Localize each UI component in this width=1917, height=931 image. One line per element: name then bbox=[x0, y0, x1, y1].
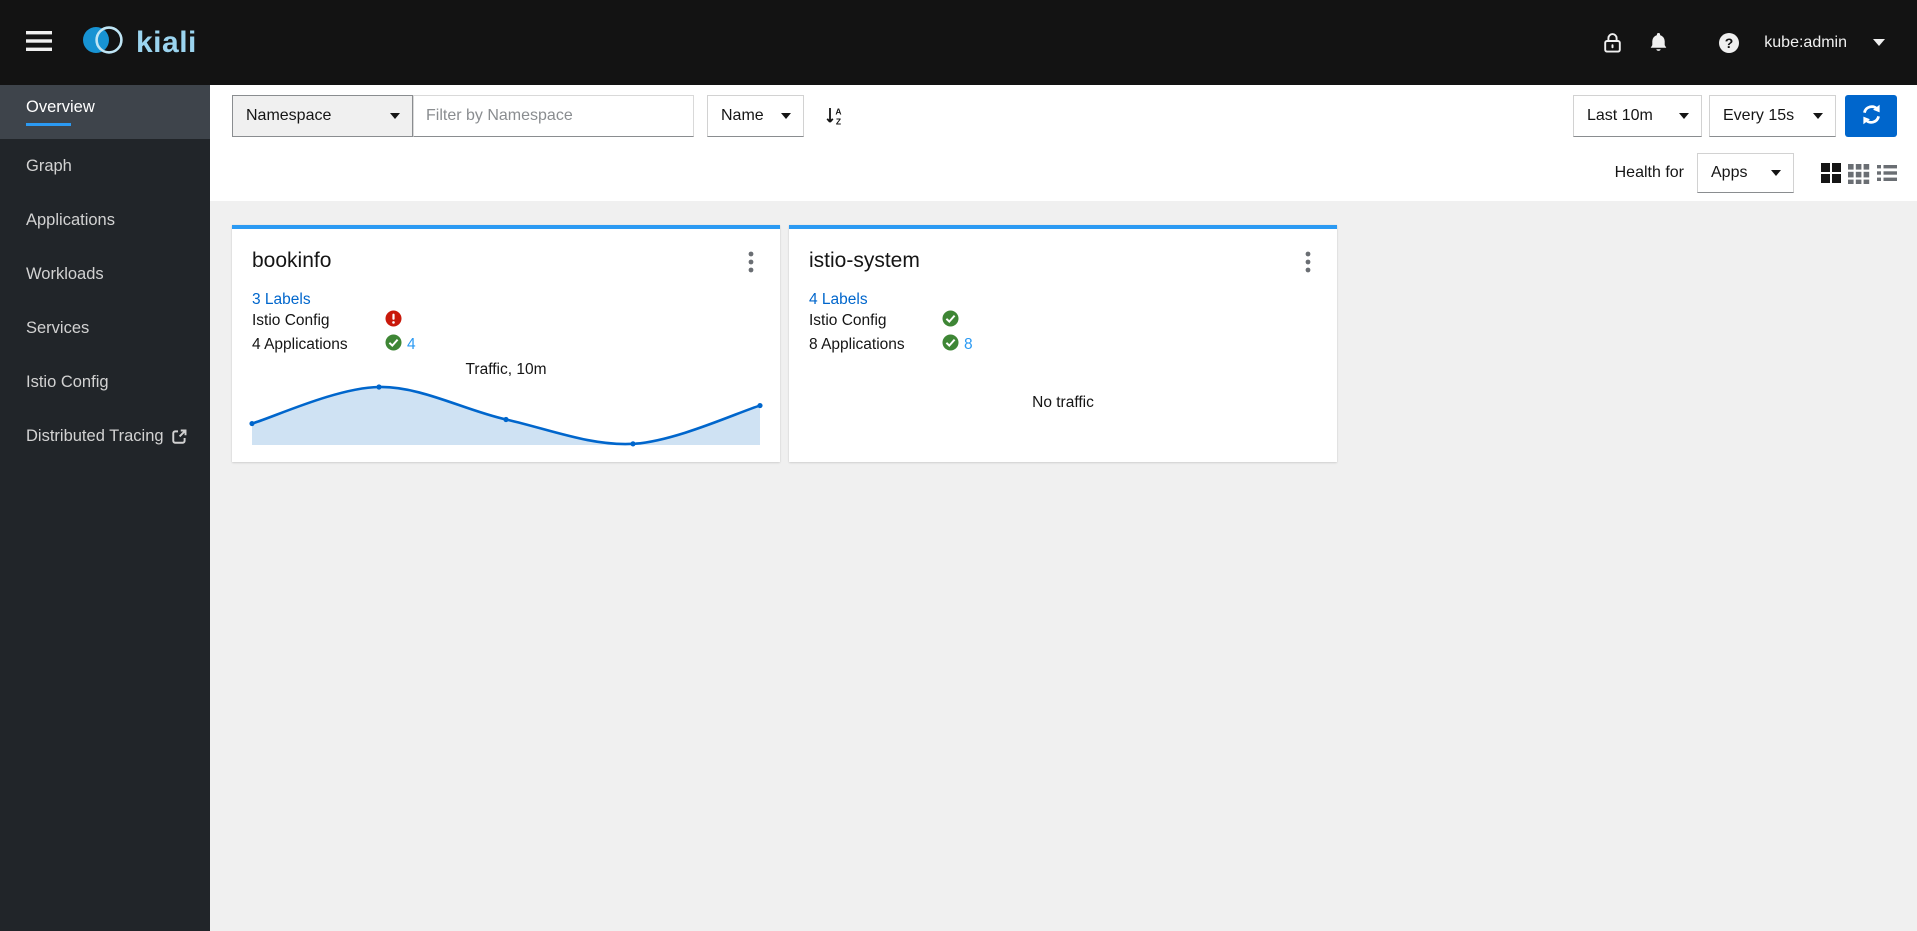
filter-type-select[interactable]: Namespace bbox=[232, 95, 413, 137]
namespace-filter-input[interactable] bbox=[413, 95, 694, 137]
refresh-interval-label: Every 15s bbox=[1723, 107, 1795, 124]
caret-down-icon bbox=[1873, 39, 1885, 46]
refresh-button[interactable] bbox=[1845, 95, 1897, 137]
time-controls: Last 10m Every 15s bbox=[1573, 95, 1897, 137]
masthead: kiali ? kube:admin bbox=[0, 0, 1917, 85]
caret-down-icon bbox=[390, 113, 400, 119]
view-list-icon[interactable] bbox=[1877, 164, 1897, 182]
labels-link[interactable]: 4 Labels bbox=[809, 291, 868, 309]
sidebar-item-label: Istio Config bbox=[26, 372, 109, 391]
kiali-app: kiali ? kube:admin Overview Graph Applic… bbox=[0, 0, 1917, 931]
username: kube:admin bbox=[1764, 33, 1847, 51]
health-for-label: Health for bbox=[1614, 164, 1684, 181]
masthead-actions: ? kube:admin bbox=[1604, 32, 1885, 54]
istio-config-label: Istio Config bbox=[809, 312, 887, 329]
health-toolbar: Health for Apps bbox=[232, 153, 1897, 193]
sidebar-item-distributed-tracing[interactable]: Distributed Tracing bbox=[0, 409, 210, 463]
namespace-cards: bookinfo 3 Labels Istio Config 4 Applica… bbox=[210, 201, 1917, 462]
caret-down-icon bbox=[1813, 113, 1823, 119]
health-type-label: Apps bbox=[1711, 164, 1748, 181]
caret-down-icon bbox=[1679, 113, 1689, 119]
refresh-interval-select[interactable]: Every 15s bbox=[1709, 95, 1836, 137]
hamburger-icon bbox=[26, 31, 52, 54]
sidebar-item-label: Overview bbox=[26, 98, 95, 116]
active-indicator bbox=[26, 123, 71, 126]
lock-icon[interactable] bbox=[1604, 32, 1622, 53]
error-icon[interactable] bbox=[385, 310, 402, 332]
sync-icon bbox=[1861, 104, 1882, 128]
view-compact-icon[interactable] bbox=[1821, 163, 1841, 183]
card-title: bookinfo bbox=[252, 249, 332, 272]
toolbar: Namespace Name A Z Last bbox=[210, 85, 1917, 201]
view-dense-icon[interactable] bbox=[1848, 162, 1870, 184]
sidebar: Overview Graph Applications Workloads Se… bbox=[0, 85, 210, 931]
labels-link[interactable]: 3 Labels bbox=[252, 291, 311, 309]
sidebar-item-workloads[interactable]: Workloads bbox=[0, 247, 210, 301]
sidebar-item-label: Graph bbox=[26, 156, 72, 175]
duration-label: Last 10m bbox=[1587, 107, 1653, 124]
sidebar-item-label: Workloads bbox=[26, 264, 104, 283]
sidebar-item-services[interactable]: Services bbox=[0, 301, 210, 355]
sidebar-item-label: Services bbox=[26, 318, 90, 337]
applications-row: 4 Applications 4 bbox=[252, 333, 760, 357]
caret-down-icon bbox=[1771, 170, 1781, 176]
sidebar-item-applications[interactable]: Applications bbox=[0, 193, 210, 247]
filter-toolbar: Namespace Name A Z Last bbox=[232, 95, 1897, 137]
traffic-chart-title: Traffic, 10m bbox=[465, 361, 547, 378]
applications-label: 4 Applications bbox=[252, 336, 348, 353]
sidebar-item-overview[interactable]: Overview bbox=[0, 85, 210, 139]
caret-down-icon bbox=[781, 113, 791, 119]
istio-config-row: Istio Config bbox=[252, 309, 760, 333]
istio-config-label: Istio Config bbox=[252, 312, 330, 329]
bell-icon[interactable] bbox=[1649, 32, 1668, 53]
applications-label: 8 Applications bbox=[809, 336, 905, 353]
applications-row: 8 Applications 8 bbox=[809, 333, 1317, 357]
traffic-sparkline[interactable] bbox=[249, 384, 763, 448]
duration-select[interactable]: Last 10m bbox=[1573, 95, 1702, 137]
no-traffic-text: No traffic bbox=[1032, 393, 1094, 411]
nav-toggle-button[interactable] bbox=[26, 31, 52, 54]
traffic-chart: Traffic, 10m bbox=[249, 357, 763, 448]
help-icon[interactable]: ? bbox=[1718, 32, 1740, 54]
sidebar-item-graph[interactable]: Graph bbox=[0, 139, 210, 193]
sidebar-item-istio-config[interactable]: Istio Config bbox=[0, 355, 210, 409]
filter-type-label: Namespace bbox=[246, 107, 332, 124]
external-link-icon bbox=[171, 428, 188, 445]
user-menu[interactable]: kube:admin bbox=[1764, 34, 1885, 52]
sidebar-item-label: Distributed Tracing bbox=[26, 426, 164, 445]
kiali-brand: kiali bbox=[82, 23, 197, 62]
brand-text: kiali bbox=[136, 25, 197, 59]
istio-config-row: Istio Config bbox=[809, 309, 1317, 333]
view-mode-switcher bbox=[1814, 162, 1897, 184]
kebab-menu-icon[interactable] bbox=[1299, 249, 1317, 278]
namespace-card-istio-system: istio-system 4 Labels Istio Config 8 App… bbox=[789, 225, 1337, 462]
sort-field-label: Name bbox=[721, 107, 764, 124]
applications-count-link[interactable]: 8 bbox=[964, 336, 973, 354]
success-icon bbox=[385, 334, 402, 356]
kebab-menu-icon[interactable] bbox=[742, 249, 760, 278]
main-content: Namespace Name A Z Last bbox=[210, 85, 1917, 931]
svg-text:Z: Z bbox=[836, 117, 841, 127]
success-icon bbox=[942, 334, 959, 356]
sidebar-item-label: Applications bbox=[26, 210, 115, 229]
applications-count-link[interactable]: 4 bbox=[407, 336, 416, 354]
sort-field-select[interactable]: Name bbox=[707, 95, 804, 137]
svg-text:?: ? bbox=[1725, 35, 1734, 51]
kiali-logo-icon bbox=[82, 23, 128, 62]
success-icon[interactable] bbox=[942, 310, 959, 332]
svg-text:A: A bbox=[835, 107, 841, 117]
namespace-card-bookinfo: bookinfo 3 Labels Istio Config 4 Applica… bbox=[232, 225, 780, 462]
sort-alpha-down-icon[interactable]: A Z bbox=[825, 95, 844, 137]
health-type-select[interactable]: Apps bbox=[1697, 153, 1794, 193]
card-title: istio-system bbox=[809, 249, 920, 272]
